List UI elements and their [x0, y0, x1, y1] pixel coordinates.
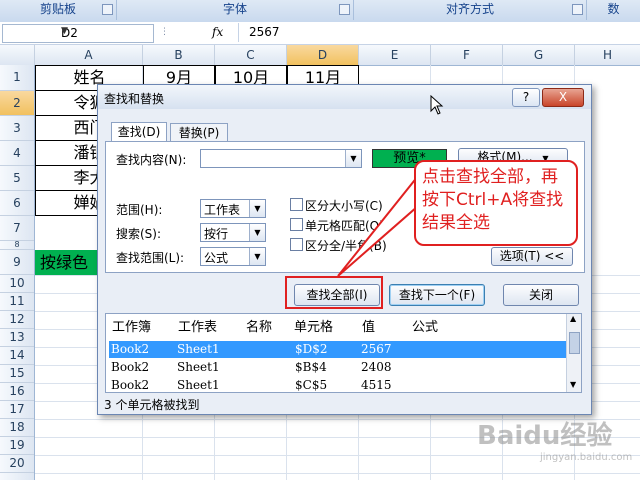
highlight-box [285, 276, 383, 309]
callout-pointer-shape [337, 173, 419, 277]
watermark-logo: Baidu经验 [477, 421, 613, 451]
mouse-cursor-icon [430, 95, 444, 115]
watermark-url: jingyan.baidu.com [540, 452, 633, 463]
instruction-callout: 点击查找全部，再按下Ctrl+A将查找结果全选 [414, 160, 578, 246]
